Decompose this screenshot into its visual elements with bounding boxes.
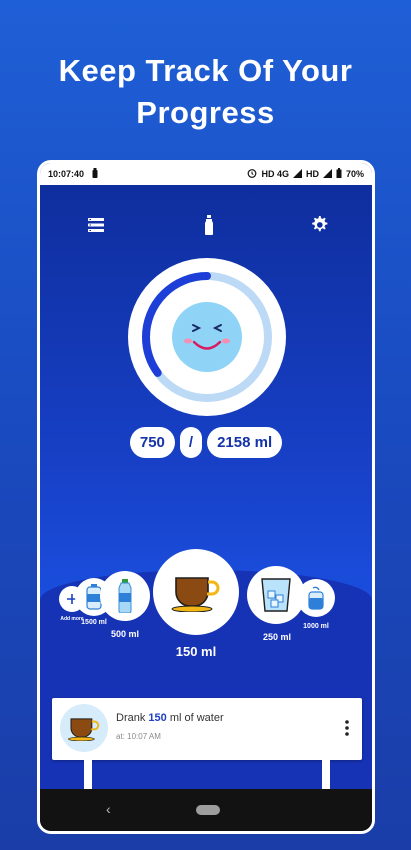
progress-row: 750 / 2158 ml <box>40 427 372 458</box>
history-card[interactable]: Drank 150 ml of water at: 10:07 AM <box>52 698 362 760</box>
hd-label: HD <box>305 169 319 179</box>
status-right: HD 4G HD 70% <box>247 168 364 180</box>
notification-icon <box>92 168 98 180</box>
cup-250-label: 250 ml <box>262 632 292 642</box>
history-title: Drank 150 ml of water <box>116 712 224 724</box>
status-bar: 10:07:40 HD 4G HD 70% <box>40 163 372 185</box>
history-prefix: Drank <box>116 712 146 724</box>
phone-frame: 10:07:40 HD 4G HD 70% 750 / 2158 ml Add … <box>37 160 375 834</box>
back-icon[interactable]: ‹ <box>106 801 111 817</box>
signal-icon-2 <box>322 168 332 180</box>
current-intake: 750 <box>129 427 175 458</box>
headline-line1: Keep Track Of Your <box>58 53 353 88</box>
cup-500[interactable] <box>100 571 150 621</box>
coffee-cup-icon <box>68 718 100 741</box>
coffee-cup-icon <box>171 577 220 612</box>
progress-ring <box>128 258 286 416</box>
network-label: HD 4G <box>261 169 289 179</box>
alarm-icon <box>247 168 257 180</box>
app-screen: 750 / 2158 ml Add more 1500 ml 500 ml 15… <box>40 185 372 800</box>
headline: Keep Track Of Your Progress <box>0 50 411 134</box>
water-bottle-icon <box>118 579 132 613</box>
progress-separator: / <box>179 427 203 458</box>
history-cup-avatar <box>60 704 108 752</box>
signal-icon <box>292 168 302 180</box>
list-icon[interactable] <box>84 213 108 237</box>
cup-1500-label: 1500 ml <box>81 619 107 626</box>
history-suffix: ml of water <box>169 712 224 724</box>
cup-150-selected[interactable] <box>153 549 239 635</box>
daily-target[interactable]: 2158 ml <box>207 427 283 458</box>
navigation-bar: ‹ <box>40 789 372 831</box>
home-pill-icon[interactable] <box>196 805 220 815</box>
battery-icon <box>336 168 342 180</box>
smiley-face-icon <box>172 302 242 372</box>
headline-line2: Progress <box>136 95 275 130</box>
gear-icon[interactable] <box>307 213 331 237</box>
cup-150-label: 150 ml <box>175 644 217 659</box>
more-vert-icon[interactable] <box>342 718 352 738</box>
cup-500-label: 500 ml <box>110 629 140 639</box>
cup-1000[interactable] <box>297 579 335 617</box>
history-amount: 150 <box>148 712 167 724</box>
bottle-icon[interactable] <box>197 213 221 237</box>
history-time: at: 10:07 AM <box>116 732 161 741</box>
battery-percent: 70% <box>345 169 364 179</box>
sports-bottle-icon <box>308 586 324 610</box>
status-time: 10:07:40 <box>48 169 85 179</box>
glass-with-ice-icon <box>261 578 291 612</box>
toolbar <box>40 209 372 239</box>
cup-1000-label: 1000 ml <box>303 623 329 630</box>
